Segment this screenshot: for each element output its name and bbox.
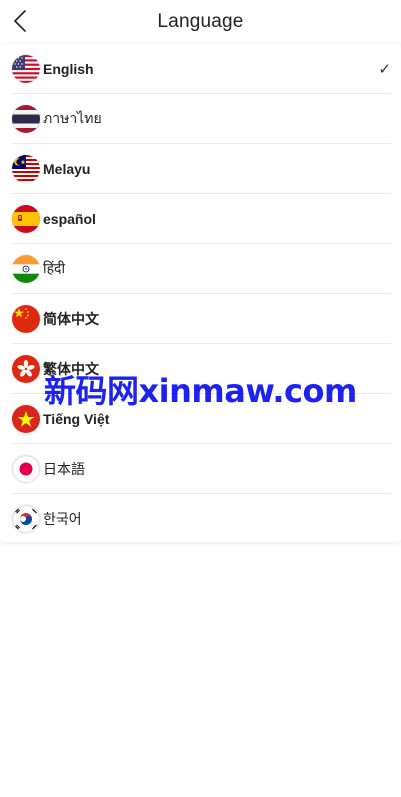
language-item-traditional-chinese[interactable]: 繁体中文 (12, 344, 391, 394)
language-item-hindi[interactable]: हिंदी (12, 244, 391, 294)
check-icon: ✓ (378, 61, 391, 78)
back-button[interactable] (10, 9, 30, 33)
language-item-spanish[interactable]: español (12, 194, 391, 244)
language-label: 한국어 (43, 511, 82, 527)
language-label: 繁体中文 (43, 360, 99, 377)
malaysia-flag-icon (12, 154, 40, 183)
language-screen: Language English ✓ ภาษาไทย Melayu españo… (0, 0, 401, 797)
language-item-vietnamese[interactable]: Tiếng Việt (12, 394, 391, 444)
india-flag-icon (12, 254, 40, 283)
language-label: español (43, 210, 96, 227)
us-flag-icon (12, 54, 40, 83)
china-flag-icon (12, 304, 40, 333)
hong-kong-flag-icon (12, 354, 40, 383)
language-label: 日本語 (43, 460, 85, 477)
language-item-malay[interactable]: Melayu (12, 144, 391, 194)
vietnam-flag-icon (12, 404, 40, 433)
language-label: English (43, 60, 94, 77)
language-label: ภาษาไทย (43, 109, 102, 126)
language-item-japanese[interactable]: 日本語 (12, 444, 391, 494)
page-title: Language (157, 11, 244, 32)
language-label: हिंदी (43, 260, 66, 276)
chevron-left-icon (14, 10, 26, 32)
header: Language (0, 0, 401, 44)
korea-flag-icon (12, 505, 40, 533)
language-label: Tiếng Việt (43, 410, 110, 427)
language-item-korean[interactable]: 한국어 (12, 494, 391, 544)
language-list: English ✓ ภาษาไทย Melayu español हिंदी 简… (0, 44, 401, 542)
language-item-simplified-chinese[interactable]: 简体中文 (12, 294, 391, 344)
spain-flag-icon (12, 204, 40, 233)
thailand-flag-icon (12, 104, 40, 133)
japan-flag-icon (12, 454, 40, 483)
language-label: 简体中文 (43, 310, 99, 327)
language-item-thai[interactable]: ภาษาไทย (12, 94, 391, 144)
language-label: Melayu (43, 160, 91, 177)
language-item-english[interactable]: English ✓ (12, 44, 391, 94)
